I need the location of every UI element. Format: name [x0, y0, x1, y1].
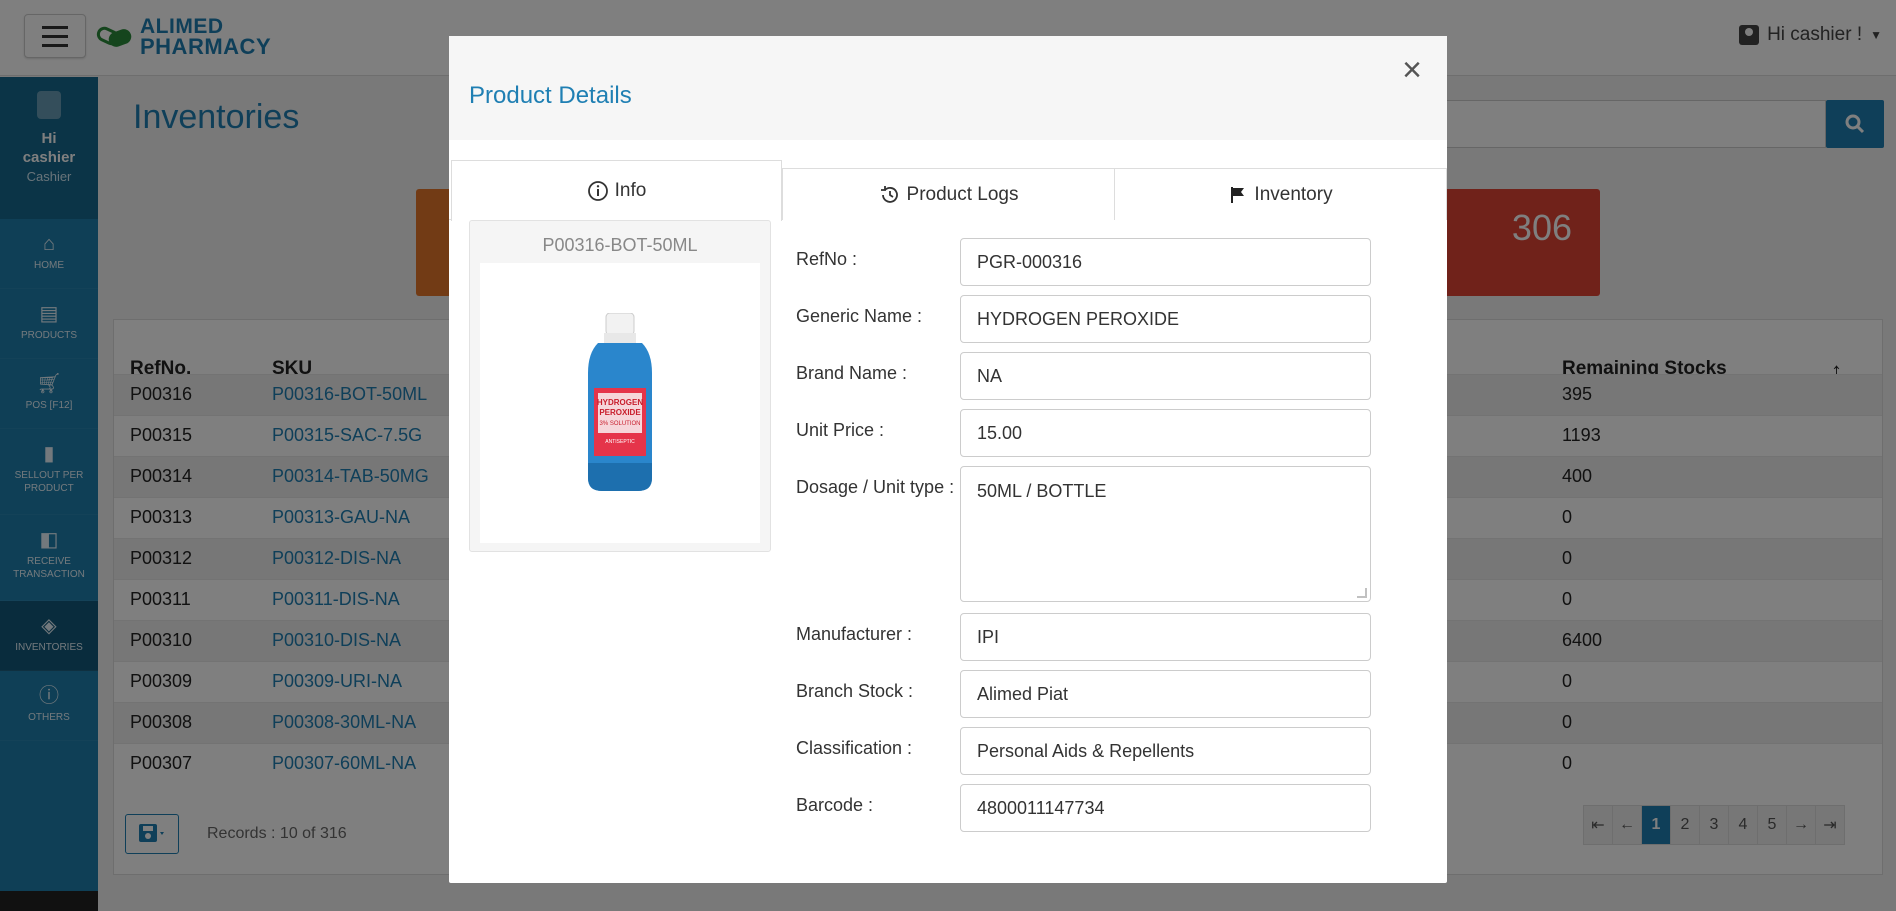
bottle-image: HYDROGEN PEROXIDE 3% SOLUTION ANTISEPTIC [588, 313, 652, 491]
product-details-modal: Product Details × Info Product Logs Inve… [449, 36, 1447, 883]
flag-icon [1228, 185, 1248, 205]
generic-name-input[interactable]: HYDROGEN PEROXIDE [960, 295, 1371, 343]
refno-input[interactable]: PGR-000316 [960, 238, 1371, 286]
modal-tabs: Info Product Logs Inventory [449, 160, 1447, 221]
tab-label: Inventory [1254, 183, 1333, 205]
classification-input[interactable]: Personal Aids & Repellents [960, 727, 1371, 775]
manufacturer-input[interactable]: IPI [960, 613, 1371, 661]
field-label: Brand Name : [796, 363, 908, 383]
field-label: Classification : [796, 738, 913, 758]
unit-price-input[interactable]: 15.00 [960, 409, 1371, 457]
field-label: Dosage / Unit type : [796, 477, 955, 497]
barcode-input[interactable]: 4800011147734 [960, 784, 1371, 832]
tab-label: Product Logs [906, 183, 1019, 205]
bottle-label-brand: HYDROGEN [597, 398, 643, 407]
bottle-label-line: 3% SOLUTION [599, 421, 640, 427]
field-label: Generic Name : [796, 306, 923, 326]
field-label: RefNo : [796, 249, 858, 269]
modal-title: Product Details [469, 82, 632, 109]
product-sku-caption: P00316-BOT-50ML [542, 235, 698, 255]
field-label: Barcode : [796, 795, 874, 815]
field-label: Manufacturer : [796, 624, 913, 644]
history-icon [879, 184, 901, 206]
field-label: Unit Price : [796, 420, 885, 440]
tab-info[interactable]: Info [451, 160, 782, 221]
branch-stock-input[interactable]: Alimed Piat [960, 670, 1371, 718]
dosage-textarea[interactable]: 50ML / BOTTLE [960, 466, 1371, 602]
bottle-label-name: PEROXIDE [599, 408, 641, 417]
bottle-label-sub: ANTISEPTIC [605, 439, 635, 445]
product-image: HYDROGEN PEROXIDE 3% SOLUTION ANTISEPTIC [480, 263, 760, 543]
info-circle-icon [587, 180, 609, 202]
field-label: Branch Stock : [796, 681, 914, 701]
product-image-card: P00316-BOT-50ML HYDROGEN PEROXIDE 3% SOL… [469, 220, 771, 552]
tab-label: Info [614, 180, 647, 201]
close-icon[interactable]: × [1397, 53, 1427, 87]
tab-product-logs[interactable]: Product Logs [782, 168, 1115, 220]
brand-name-input[interactable]: NA [960, 352, 1371, 400]
tab-inventory[interactable]: Inventory [1114, 168, 1447, 220]
modal-header: Product Details × [449, 36, 1447, 140]
resize-handle-icon[interactable] [1357, 588, 1367, 598]
dosage-value: 50ML / BOTTLE [977, 481, 1107, 501]
